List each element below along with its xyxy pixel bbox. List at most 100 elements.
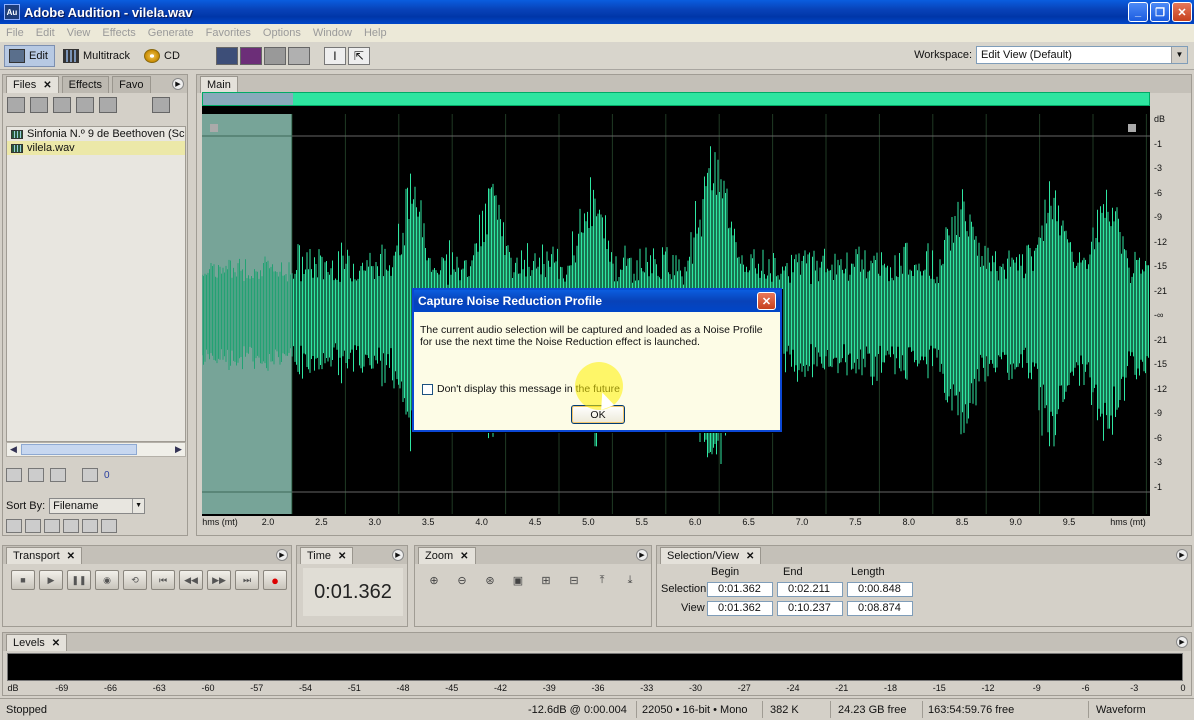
menu-generate[interactable]: Generate: [142, 27, 200, 39]
panel-menu-icon[interactable]: ▶: [276, 549, 288, 561]
tab-selection-view[interactable]: Selection/View ✕: [660, 547, 762, 564]
insert-multitrack-icon[interactable]: [76, 97, 94, 113]
pause-button[interactable]: ❚❚: [67, 570, 91, 590]
selection-length-field[interactable]: 0:00.848: [847, 582, 913, 597]
close-icon[interactable]: ✕: [338, 551, 346, 562]
volume-icon[interactable]: [82, 468, 98, 482]
marquee-tool-icon[interactable]: ⇱: [347, 46, 370, 65]
file-item-vilela[interactable]: vilela.wav: [7, 141, 185, 155]
zoom-to-left-edge-icon[interactable]: ⊞: [535, 570, 557, 590]
close-icon[interactable]: ✕: [67, 551, 75, 562]
pan-display-icon[interactable]: [263, 46, 286, 65]
go-to-start-button[interactable]: ⏮: [151, 570, 175, 590]
minimize-button[interactable]: _: [1128, 2, 1148, 22]
file-item-beethoven[interactable]: Sinfonia N.º 9 de Beethoven (Sc: [7, 127, 185, 141]
tab-files[interactable]: Files ✕: [6, 76, 59, 93]
marker-left-icon[interactable]: [210, 124, 218, 132]
zoom-out-full-icon[interactable]: ⊛: [479, 570, 501, 590]
close-file-icon[interactable]: [30, 97, 48, 113]
close-button[interactable]: ✕: [1172, 2, 1192, 22]
panel-menu-icon[interactable]: ▶: [392, 549, 404, 561]
workspace-select[interactable]: Edit View (Default) ▼: [976, 46, 1188, 64]
zoom-out-vertical-icon[interactable]: ⤓: [619, 570, 641, 590]
selection-begin-field[interactable]: 0:01.362: [707, 582, 773, 597]
go-to-end-button[interactable]: ⏭: [235, 570, 259, 590]
sort-by-select[interactable]: Filename ▼: [49, 498, 146, 514]
panel-menu-icon[interactable]: ▶: [1176, 549, 1188, 561]
dialog-close-button[interactable]: ✕: [757, 292, 776, 310]
zoom-out-horizontal-icon[interactable]: ⊖: [451, 570, 473, 590]
panel-menu-icon[interactable]: ▶: [172, 78, 184, 90]
view-begin-field[interactable]: 0:01.362: [707, 601, 773, 616]
panel-menu-icon[interactable]: ▶: [1176, 636, 1188, 648]
options-icon[interactable]: [152, 97, 170, 113]
audio-icon[interactable]: [63, 519, 79, 533]
tab-time[interactable]: Time ✕: [300, 547, 354, 564]
menu-effects[interactable]: Effects: [96, 27, 141, 39]
multitrack-label: Multitrack: [82, 49, 131, 62]
midi-icon[interactable]: [101, 519, 117, 533]
video-icon[interactable]: [82, 519, 98, 533]
menu-options[interactable]: Options: [257, 27, 307, 39]
edit-file-icon[interactable]: [99, 97, 117, 113]
fast-forward-button[interactable]: ▶▶: [207, 570, 231, 590]
menu-help[interactable]: Help: [358, 27, 393, 39]
spectral-display-icon[interactable]: [239, 46, 262, 65]
tab-zoom[interactable]: Zoom ✕: [418, 547, 476, 564]
rewind-button[interactable]: ◀◀: [179, 570, 203, 590]
file-info-icon[interactable]: [44, 519, 60, 533]
multitrack-view-button[interactable]: Multitrack: [59, 45, 136, 67]
overview-bar[interactable]: [202, 92, 1150, 106]
view-length-field[interactable]: 0:08.874: [847, 601, 913, 616]
scroll-right-icon[interactable]: ▶: [172, 443, 185, 456]
zoom-in-horizontal-icon[interactable]: ⊕: [423, 570, 445, 590]
close-icon[interactable]: ✕: [52, 638, 60, 649]
menu-edit[interactable]: Edit: [30, 27, 61, 39]
tab-levels[interactable]: Levels ✕: [6, 634, 68, 651]
speaker-icon[interactable]: [6, 468, 22, 482]
menu-file[interactable]: File: [0, 27, 30, 39]
close-icon[interactable]: ✕: [460, 551, 468, 562]
zoom-to-selection-icon[interactable]: ▣: [507, 570, 529, 590]
time-ruler: hms (mt) 2.0 2.5 3.0 3.5 4.0 4.5 5.0 5.5 6.0 6.5 7.…: [202, 516, 1150, 530]
loop-toggle-icon[interactable]: [25, 519, 41, 533]
phase-display-icon[interactable]: [287, 46, 310, 65]
scroll-thumb[interactable]: [21, 444, 137, 455]
marker-right-icon[interactable]: [1128, 124, 1136, 132]
close-icon[interactable]: ✕: [746, 551, 754, 562]
import-icon[interactable]: [53, 97, 71, 113]
panel-menu-icon[interactable]: ▶: [636, 549, 648, 561]
auto-play-icon[interactable]: [6, 519, 22, 533]
view-end-field[interactable]: 0:10.237: [777, 601, 843, 616]
record-button[interactable]: ●: [263, 570, 287, 590]
dont-display-checkbox[interactable]: [422, 383, 433, 395]
waveform-icon: [9, 48, 25, 63]
menu-favorites[interactable]: Favorites: [200, 27, 257, 39]
files-horizontal-scrollbar[interactable]: ◀ ▶: [6, 442, 186, 457]
scroll-left-icon[interactable]: ◀: [7, 443, 20, 456]
open-file-icon[interactable]: [7, 97, 25, 113]
play-button[interactable]: ▶: [39, 570, 63, 590]
edit-view-button[interactable]: Edit: [4, 44, 55, 67]
zoom-in-vertical-icon[interactable]: ⤒: [591, 570, 613, 590]
divider: [762, 701, 763, 718]
zoom-to-right-edge-icon[interactable]: ⊟: [563, 570, 585, 590]
stop-button[interactable]: ■: [11, 570, 35, 590]
play-icon[interactable]: [50, 468, 66, 482]
cd-view-button[interactable]: CD: [140, 45, 186, 67]
waveform-display-icon[interactable]: [215, 46, 238, 65]
play-to-end-button[interactable]: ◉: [95, 570, 119, 590]
maximize-button[interactable]: ❐: [1150, 2, 1170, 22]
overview-viewport[interactable]: [203, 93, 293, 105]
close-icon[interactable]: ✕: [43, 80, 51, 91]
loop-icon[interactable]: [28, 468, 44, 482]
tab-effects[interactable]: Effects: [61, 76, 110, 93]
selection-end-field[interactable]: 0:02.211: [777, 582, 843, 597]
time-selection-tool-icon[interactable]: I: [323, 46, 346, 65]
loop-button[interactable]: ⟲: [123, 570, 147, 590]
menu-window[interactable]: Window: [307, 27, 358, 39]
menu-view[interactable]: View: [61, 27, 97, 39]
tab-main[interactable]: Main: [200, 76, 238, 93]
tab-favorites[interactable]: Favo: [112, 76, 151, 93]
tab-transport[interactable]: Transport ✕: [6, 547, 83, 564]
